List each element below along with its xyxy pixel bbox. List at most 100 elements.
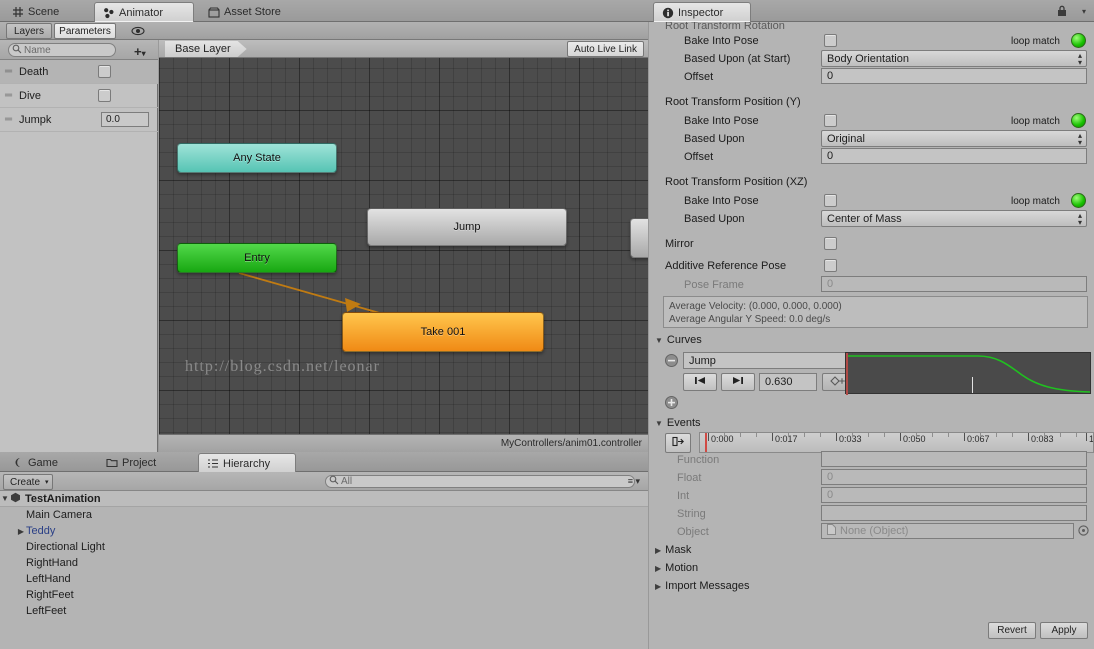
- state-node-any-state[interactable]: Any State: [177, 143, 337, 173]
- drag-handle-icon[interactable]: ═: [5, 66, 19, 76]
- hierarchy-item-teddy[interactable]: ▶ Teddy: [0, 523, 648, 539]
- info-icon: [662, 7, 674, 19]
- hierarchy-item-testanimation[interactable]: ▼ TestAnimation: [0, 491, 648, 507]
- animator-parameters-tab[interactable]: Parameters: [54, 23, 116, 39]
- tab-hierarchy[interactable]: Hierarchy: [198, 453, 296, 473]
- parameter-row-dive[interactable]: ═ Dive: [0, 84, 158, 108]
- curve-value-field[interactable]: 0.630: [759, 373, 817, 391]
- state-node-jump[interactable]: Jump: [367, 208, 567, 246]
- hierarchy-search-input[interactable]: All: [325, 475, 635, 488]
- auto-live-link-button[interactable]: Auto Live Link: [567, 41, 644, 57]
- pose-frame-label: Pose Frame: [684, 279, 744, 291]
- breadcrumb-base-layer[interactable]: Base Layer: [165, 41, 247, 57]
- based-upon-dropdown-2[interactable]: Original ▴ ▾: [821, 130, 1087, 147]
- state-node-entry[interactable]: Entry: [177, 243, 337, 273]
- based-upon-dropdown-1[interactable]: Body Orientation ▴ ▾: [821, 50, 1087, 67]
- hierarchy-item-rightfeet[interactable]: RightFeet: [0, 587, 648, 603]
- mirror-checkbox[interactable]: [824, 237, 837, 250]
- bake-into-pose-label-1: Bake Into Pose: [684, 35, 759, 47]
- bake-into-pose-checkbox-3[interactable]: [824, 194, 837, 207]
- state-node-take-001[interactable]: Take 001: [342, 312, 544, 352]
- hierarchy-search-value: All: [341, 476, 353, 487]
- hierarchy-item-main-camera[interactable]: Main Camera: [0, 507, 648, 523]
- based-upon-dropdown-3[interactable]: Center of Mass ▴ ▾: [821, 210, 1087, 227]
- tab-asset-store[interactable]: Asset Store: [200, 2, 310, 22]
- apply-button[interactable]: Apply: [1040, 622, 1088, 639]
- eye-icon[interactable]: [131, 25, 145, 40]
- parameter-checkbox[interactable]: [98, 89, 111, 102]
- mirror-label: Mirror: [665, 238, 694, 250]
- animator-graph-canvas[interactable]: Any State Jump Entry Take 001 http://blo…: [159, 40, 648, 452]
- foldout-curves[interactable]: ▼ Curves: [655, 334, 702, 346]
- parameter-value-field[interactable]: 0.0: [101, 112, 149, 127]
- lock-icon[interactable]: [1056, 4, 1068, 20]
- foldout-motion[interactable]: ▶ Motion: [655, 562, 698, 574]
- offset-field-1[interactable]: 0: [821, 68, 1087, 84]
- plus-circle-icon[interactable]: [665, 396, 678, 412]
- minus-circle-icon[interactable]: [665, 354, 678, 370]
- offset-field-2[interactable]: 0: [821, 148, 1087, 164]
- events-playhead: [705, 433, 707, 452]
- hierarchy-item-righthand[interactable]: RightHand: [0, 555, 648, 571]
- prev-keyframe-button[interactable]: [683, 373, 717, 391]
- bake-into-pose-checkbox-1[interactable]: [824, 34, 837, 47]
- tab-project[interactable]: Project: [98, 453, 184, 473]
- state-node-label: Any State: [233, 152, 281, 164]
- tick-label: 0:033: [839, 434, 862, 444]
- chevron-right-icon: ▶: [655, 581, 662, 591]
- tab-animator[interactable]: Animator: [94, 2, 194, 22]
- event-function-label: Function: [677, 454, 720, 466]
- tick-label: 0:083: [1031, 434, 1054, 444]
- animator-layers-tab[interactable]: Layers: [6, 23, 52, 39]
- animator-toolbar: Layers Parameters: [0, 22, 648, 40]
- parameter-row-jumpk[interactable]: ═ Jumpk 0.0: [0, 108, 158, 132]
- animator-footer: MyControllers/anim01.controller: [159, 434, 648, 452]
- next-key-icon: [731, 376, 745, 388]
- inspector-content: Root Transform Rotation Bake Into Pose l…: [649, 22, 1094, 649]
- chevron-right-icon[interactable]: ▶: [16, 527, 26, 536]
- chevron-down-icon[interactable]: ▾: [1082, 7, 1086, 16]
- store-icon: [208, 6, 220, 18]
- bake-into-pose-checkbox-2[interactable]: [824, 114, 837, 127]
- state-node-partial[interactable]: [630, 218, 648, 258]
- hierarchy-item-directional-light[interactable]: Directional Light: [0, 539, 648, 555]
- controller-path: MyControllers/anim01.controller: [500, 438, 642, 449]
- foldout-events[interactable]: ▼ Events: [655, 417, 701, 429]
- parameter-search-input[interactable]: Name: [8, 43, 116, 57]
- unity-icon: [10, 492, 21, 506]
- foldout-mask[interactable]: ▶ Mask: [655, 544, 691, 556]
- add-event-button[interactable]: [665, 433, 691, 453]
- hierarchy-toolbar: Create ▾ All ≡ ▾: [0, 472, 648, 491]
- additive-reference-pose-checkbox[interactable]: [824, 259, 837, 272]
- chevron-down-icon[interactable]: ▼: [0, 494, 10, 503]
- tick-label: 0:067: [967, 434, 990, 444]
- hierarchy-options-icon[interactable]: ≡ ▾: [628, 476, 640, 487]
- hierarchy-item-leftfeet[interactable]: LeftFeet: [0, 603, 648, 619]
- hierarchy-item-lefthand[interactable]: LeftHand: [0, 571, 648, 587]
- tick-label: 0:050: [903, 434, 926, 444]
- curve-preview[interactable]: [845, 352, 1091, 395]
- create-button[interactable]: Create ▾: [3, 474, 53, 490]
- drag-handle-icon[interactable]: ═: [5, 90, 19, 100]
- revert-button[interactable]: Revert: [988, 622, 1036, 639]
- add-key-icon: [830, 375, 846, 389]
- parameter-row-death[interactable]: ═ Death: [0, 60, 158, 84]
- event-object-field: None (Object): [821, 523, 1074, 539]
- inspector-tabstrip: Inspector ▾: [649, 0, 1094, 22]
- next-keyframe-button[interactable]: [721, 373, 755, 391]
- add-parameter-button[interactable]: +▾: [134, 44, 146, 59]
- foldout-import-messages[interactable]: ▶ Import Messages: [655, 580, 750, 592]
- event-int-field: 0: [821, 487, 1087, 503]
- tab-inspector[interactable]: Inspector: [653, 2, 751, 22]
- state-node-label: Entry: [244, 252, 270, 264]
- events-timeline-ruler[interactable]: 0:000 0:017 0:033 0:050 0:067 0:083 1:00…: [699, 432, 1094, 453]
- search-icon: [12, 44, 22, 57]
- tab-game[interactable]: Game: [4, 453, 82, 473]
- drag-handle-icon[interactable]: ═: [5, 114, 19, 124]
- chevron-right-icon: ▶: [655, 545, 662, 555]
- tab-scene[interactable]: Scene: [4, 2, 84, 22]
- loop-match-label-3: loop match: [1011, 196, 1060, 207]
- animator-window: Layers Parameters Name +▾ ═ Death ═ Dive…: [0, 22, 648, 452]
- parameter-checkbox[interactable]: [98, 65, 111, 78]
- target-icon[interactable]: [1078, 525, 1089, 539]
